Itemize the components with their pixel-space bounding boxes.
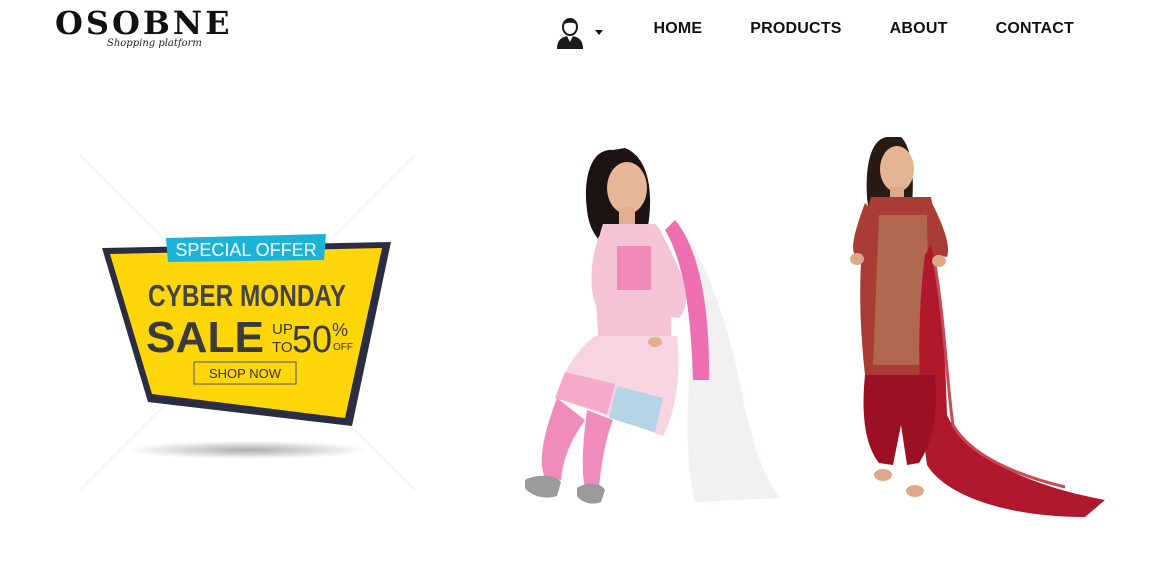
promo-banner[interactable]: SPECIAL OFFER CYBER MONDAY SALE UP TO 50… xyxy=(79,150,416,495)
nav-about[interactable]: ABOUT xyxy=(890,20,948,38)
main-nav: HOME PRODUCTS ABOUT CONTACT xyxy=(653,20,1074,38)
promo-banner-graphic: SPECIAL OFFER CYBER MONDAY SALE UP TO 50… xyxy=(79,154,416,491)
page: OSOBNE Shopping platform HOME PRODUCTS A… xyxy=(0,0,1150,588)
brand-logo[interactable]: OSOBNE Shopping platform xyxy=(55,6,230,56)
banner-upto-1: UP xyxy=(272,321,293,338)
shop-now-label: SHOP NOW xyxy=(209,366,282,381)
product-image-red-suit[interactable] xyxy=(835,125,1110,525)
brand-name: OSOBNE xyxy=(55,4,233,42)
banner-tag: SPECIAL OFFER xyxy=(175,240,316,260)
chevron-down-icon xyxy=(595,29,603,35)
banner-off: OFF xyxy=(333,342,353,353)
product-image-pink-suit[interactable] xyxy=(495,140,795,525)
user-menu-toggle[interactable] xyxy=(553,14,609,50)
nav-contact[interactable]: CONTACT xyxy=(996,20,1074,38)
pink-suit-illustration xyxy=(525,148,780,504)
red-suit-illustration xyxy=(850,137,1105,517)
banner-percent: % xyxy=(332,320,348,340)
nav-home[interactable]: HOME xyxy=(653,20,702,38)
banner-upto-2: TO xyxy=(272,339,293,356)
user-avatar-icon xyxy=(557,18,583,49)
nav-products[interactable]: PRODUCTS xyxy=(750,20,841,38)
banner-headline: CYBER MONDAY xyxy=(148,278,346,313)
brand-tagline: Shopping platform xyxy=(107,38,202,49)
banner-discount: 50 xyxy=(292,319,332,361)
banner-sale: SALE xyxy=(146,313,264,362)
